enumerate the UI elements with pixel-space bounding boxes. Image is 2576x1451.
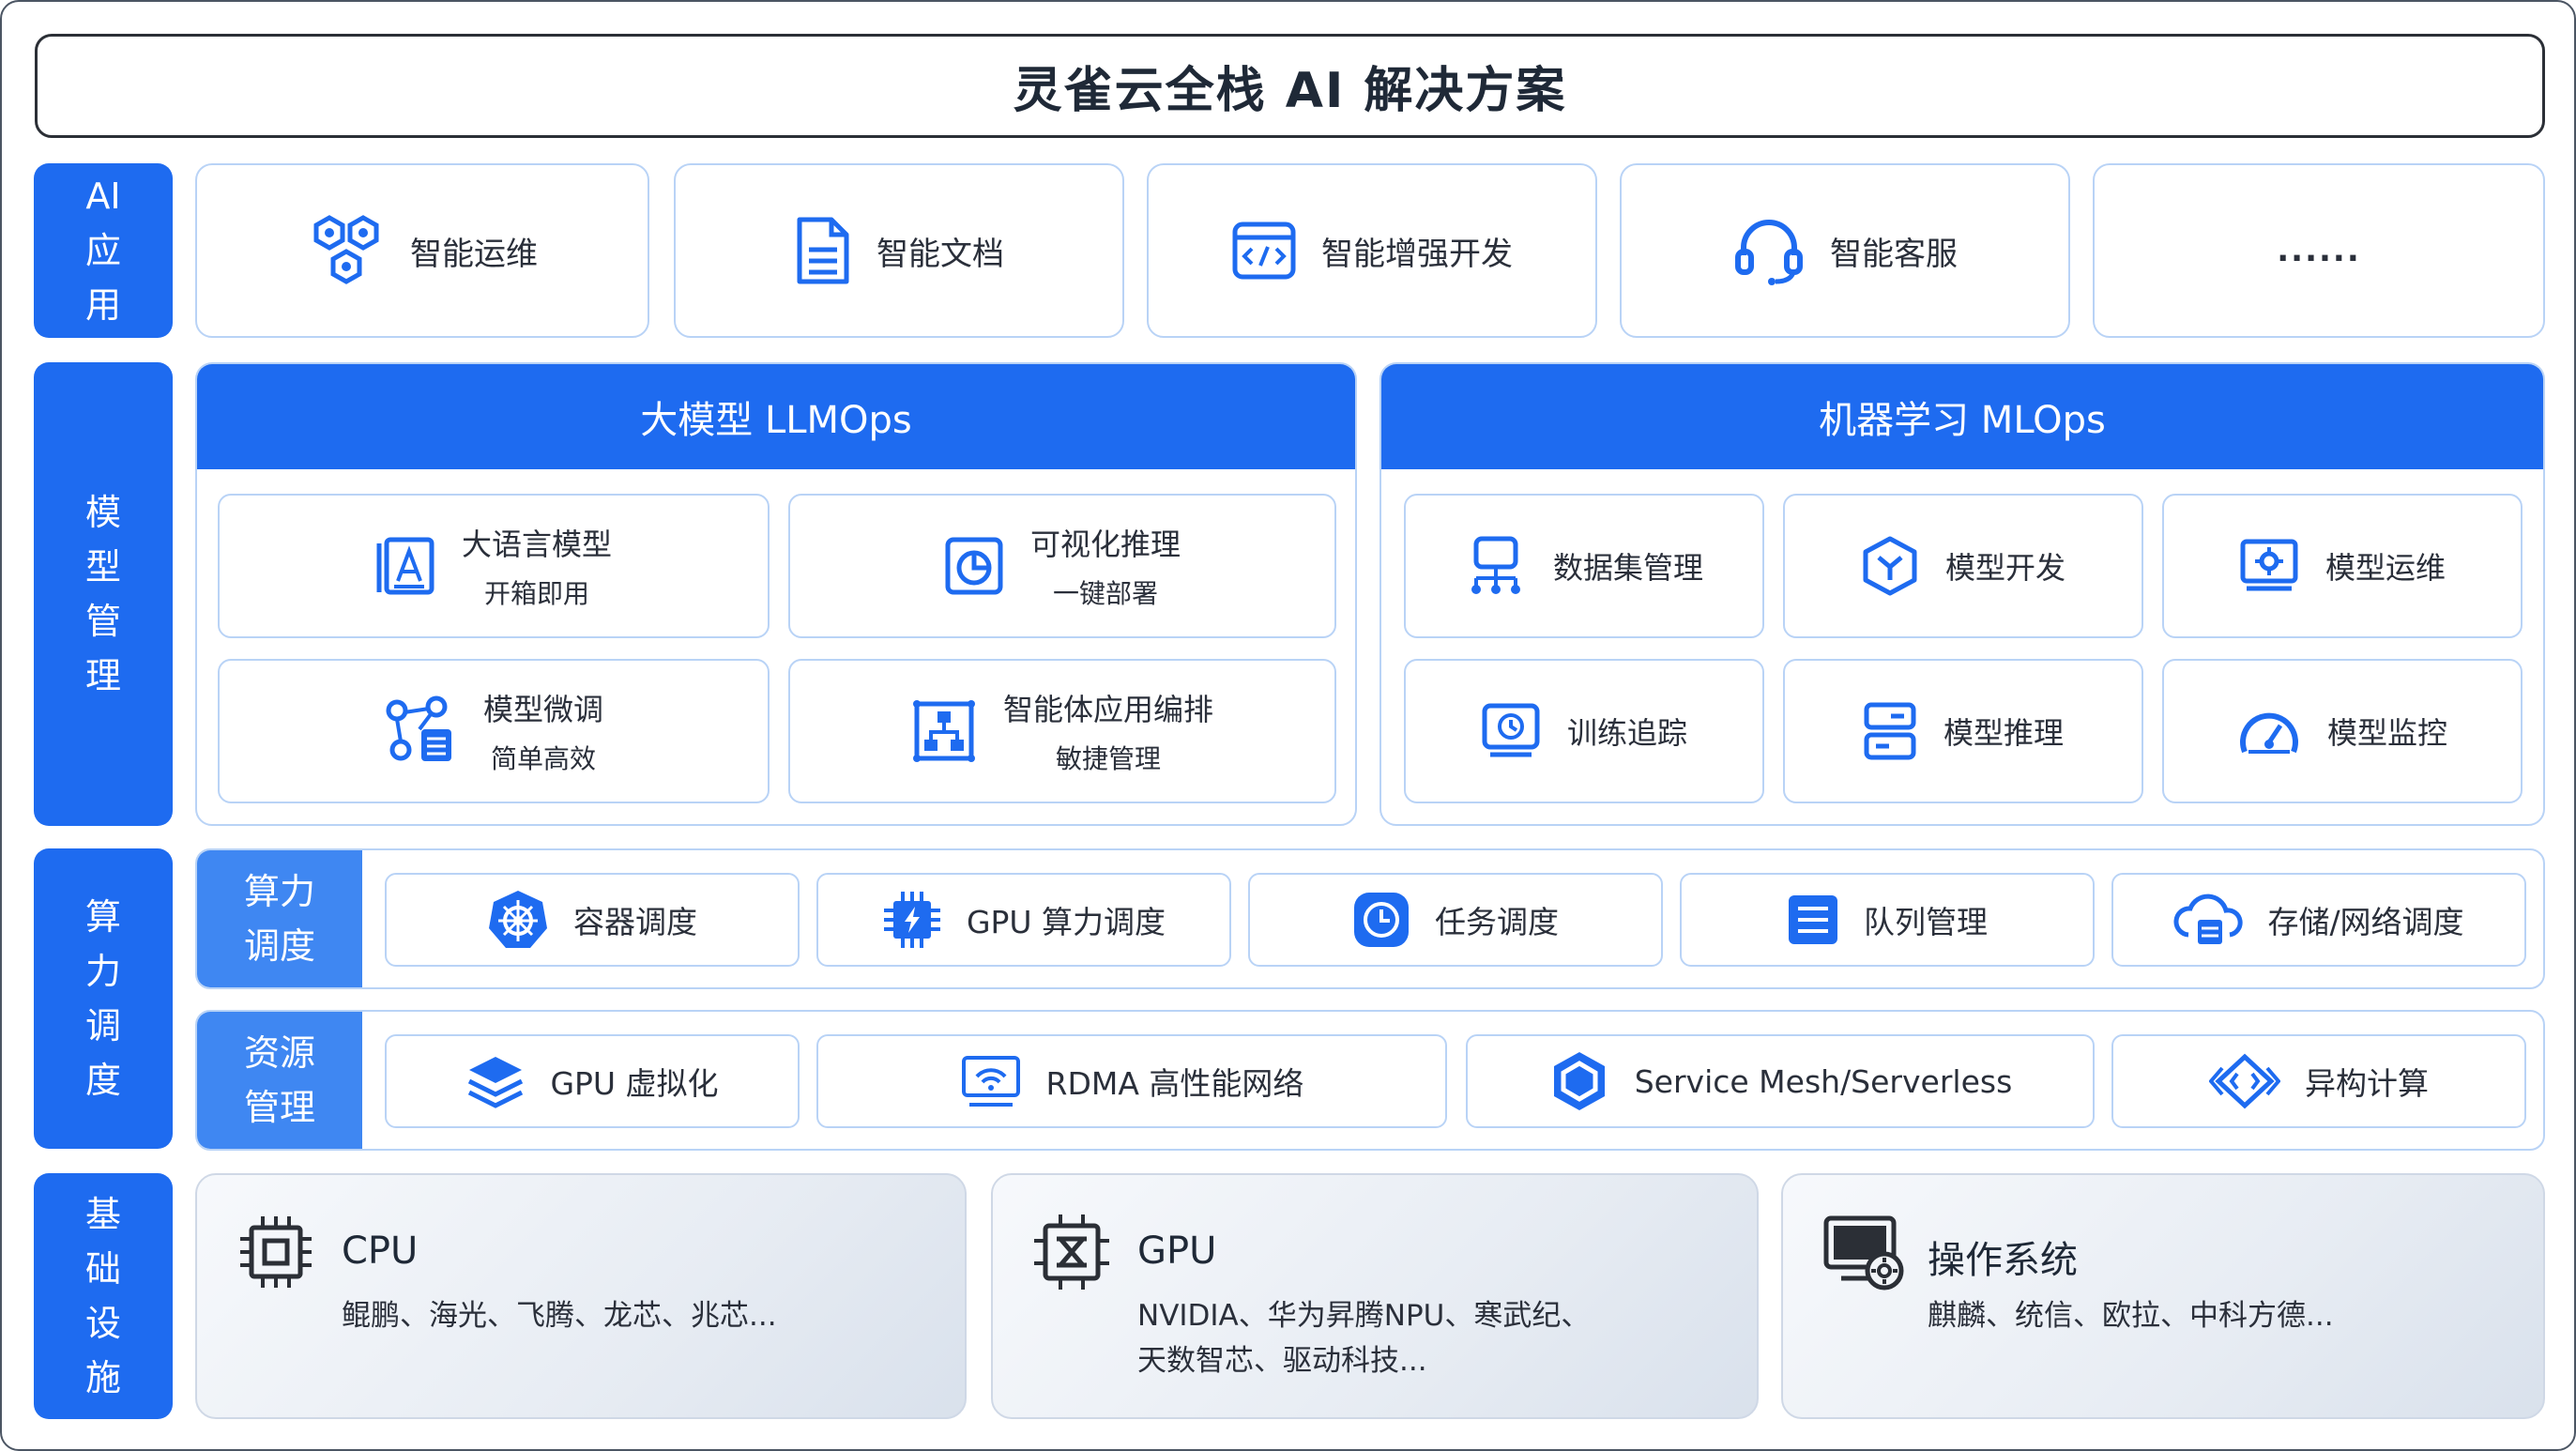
dataset-tree-icon (1465, 535, 1527, 597)
compute-sched-tag: 算力调度 (197, 850, 362, 987)
side-label-compute: 算力调度 (34, 848, 173, 1149)
infra-name: GPU (1137, 1230, 1217, 1273)
resource-mgmt-row: 资源管理 GPU 虚拟化 RDMA 高性能网络 Service Mesh/Ser… (195, 1010, 2545, 1151)
llmops-item[interactable]: 智能体应用编排 敏捷管理 (788, 659, 1336, 803)
resource-mgmt-tag: 资源管理 (197, 1012, 362, 1149)
resource-mgmt-label: GPU 虚拟化 (550, 1065, 719, 1102)
ai-app-label: 智能增强开发 (1321, 235, 1513, 273)
compute-sched-item[interactable]: 容器调度 (385, 873, 800, 967)
mlops-item[interactable]: 模型监控 (2162, 659, 2523, 803)
clock-monitor-icon (1481, 702, 1541, 760)
llmops-panel: 大模型 LLMOps 大语言模型 开箱即用 可视化推理 一键部署 模型微调 简单… (195, 362, 1357, 826)
compute-sched-item[interactable]: 队列管理 (1680, 873, 2095, 967)
pie-chart-icon (944, 536, 1004, 596)
server-icon (1863, 701, 1917, 761)
llmops-item[interactable]: 可视化推理 一键部署 (788, 494, 1336, 638)
ai-app-card[interactable]: 智能文档 (674, 163, 1124, 338)
resource-mgmt-label: RDMA 高性能网络 (1045, 1065, 1304, 1102)
gear-monitor-icon (2239, 538, 2299, 594)
chip-bolt-icon (882, 890, 942, 950)
infra-card-cpu[interactable]: CPU 鲲鹏、海光、飞腾、龙芯、兆芯... (195, 1173, 967, 1419)
resource-mgmt-item[interactable]: RDMA 高性能网络 (816, 1034, 1447, 1128)
infra-name: 操作系统 (1928, 1239, 2078, 1282)
compute-sched-label: 存储/网络调度 (2267, 904, 2464, 940)
infra-card-gpu[interactable]: GPU NVIDIA、华为昇腾NPU、寒武纪、 天数智芯、驱动科技... (991, 1173, 1759, 1419)
resource-mgmt-item[interactable]: GPU 虚拟化 (385, 1034, 800, 1128)
compute-sched-item[interactable]: 存储/网络调度 (2111, 873, 2526, 967)
layers-icon (465, 1053, 526, 1109)
hexagon-mesh-icon (1548, 1050, 1610, 1112)
gauge-icon (2237, 705, 2301, 757)
network-tune-icon (384, 695, 457, 767)
infra-desc: 麒麟、统信、欧拉、中科方德... (1928, 1299, 2334, 1333)
compute-sched-row: 算力调度 容器调度 GPU 算力调度 任务调度 队列管理 存储/网络调度 (195, 848, 2545, 989)
gpu-icon (1032, 1213, 1111, 1291)
cube-hex-icon (1861, 535, 1919, 597)
compute-sched-item[interactable]: GPU 算力调度 (816, 873, 1231, 967)
mlops-item-label: 训练追踪 (1566, 715, 1687, 751)
llmops-title: 大模型 LLMOps (197, 364, 1355, 469)
ai-app-card[interactable]: 智能客服 (1620, 163, 2070, 338)
ai-app-label: 智能运维 (410, 235, 538, 273)
mlops-item[interactable]: 训练追踪 (1404, 659, 1764, 803)
wifi-monitor-icon (960, 1054, 1022, 1108)
book-a-icon (375, 536, 435, 596)
mlops-panel: 机器学习 MLOps 数据集管理 模型开发 模型运维 训练追踪 模型推理 模型监… (1379, 362, 2545, 826)
diagram-frame: 灵雀云全栈 AI 解决方案 AI应用 模型管理 算力调度 基础设施 智能运维 智… (0, 0, 2576, 1451)
compute-sched-label: 任务调度 (1435, 904, 1559, 940)
diamond-code-icon (2209, 1053, 2280, 1109)
mlops-item-label: 模型监控 (2326, 715, 2447, 751)
resource-mgmt-item[interactable]: 异构计算 (2111, 1034, 2526, 1128)
mlops-item-label: 模型运维 (2324, 550, 2446, 586)
compute-sched-label: 队列管理 (1864, 904, 1988, 940)
helm-wheel-icon (487, 889, 549, 951)
infra-desc-line2: 天数智芯、驱动科技... (1137, 1344, 1427, 1378)
llmops-item[interactable]: 模型微调 简单高效 (218, 659, 770, 803)
compute-sched-item[interactable]: 任务调度 (1248, 873, 1663, 967)
infra-desc: NVIDIA、华为昇腾NPU、寒武纪、 (1137, 1299, 1591, 1333)
mlops-item[interactable]: 模型运维 (2162, 494, 2523, 638)
mlops-item[interactable]: 数据集管理 (1404, 494, 1764, 638)
ai-app-label: 智能客服 (1830, 235, 1958, 273)
org-chart-icon (911, 698, 977, 764)
hexagon-cluster-icon (307, 214, 386, 287)
clock-icon (1352, 891, 1410, 949)
ai-app-label: 智能文档 (876, 235, 1004, 273)
llmops-item[interactable]: 大语言模型 开箱即用 (218, 494, 770, 638)
side-label-model-mgmt: 模型管理 (34, 362, 173, 826)
resource-mgmt-label: 异构计算 (2305, 1065, 2429, 1102)
side-label-ai-app: AI应用 (34, 163, 173, 338)
cpu-icon (236, 1213, 315, 1291)
mlops-title: 机器学习 MLOps (1381, 364, 2543, 469)
cloud-storage-icon (2173, 892, 2244, 948)
mlops-item[interactable]: 模型开发 (1783, 494, 2143, 638)
side-label-infra: 基础设施 (34, 1173, 173, 1419)
mlops-item-label: 模型推理 (1943, 715, 2064, 751)
mlops-item-label: 数据集管理 (1552, 550, 1703, 586)
ai-app-card[interactable]: 智能运维 (195, 163, 649, 338)
compute-sched-label: 容器调度 (573, 904, 697, 940)
ai-app-label: ...... (2277, 232, 2361, 269)
ai-app-card[interactable]: 智能增强开发 (1147, 163, 1597, 338)
headset-icon (1732, 216, 1806, 285)
code-window-icon (1231, 221, 1297, 281)
title-bar: 灵雀云全栈 AI 解决方案 (35, 34, 2545, 138)
ai-app-card-more[interactable]: ...... (2093, 163, 2545, 338)
page-title: 灵雀云全栈 AI 解决方案 (1013, 63, 1567, 119)
mlops-item[interactable]: 模型推理 (1783, 659, 2143, 803)
list-icon (1787, 894, 1839, 946)
compute-sched-label: GPU 算力调度 (966, 904, 1166, 940)
resource-mgmt-item[interactable]: Service Mesh/Serverless (1466, 1034, 2095, 1128)
os-monitor-icon (1822, 1213, 1907, 1291)
mlops-item-label: 模型开发 (1944, 550, 2065, 586)
infra-name: CPU (342, 1230, 419, 1273)
document-icon (794, 216, 852, 285)
resource-mgmt-label: Service Mesh/Serverless (1634, 1062, 2013, 1100)
infra-desc: 鲲鹏、海光、飞腾、龙芯、兆芯... (342, 1299, 777, 1333)
infra-card-os[interactable]: 操作系统 麒麟、统信、欧拉、中科方德... (1781, 1173, 2545, 1419)
